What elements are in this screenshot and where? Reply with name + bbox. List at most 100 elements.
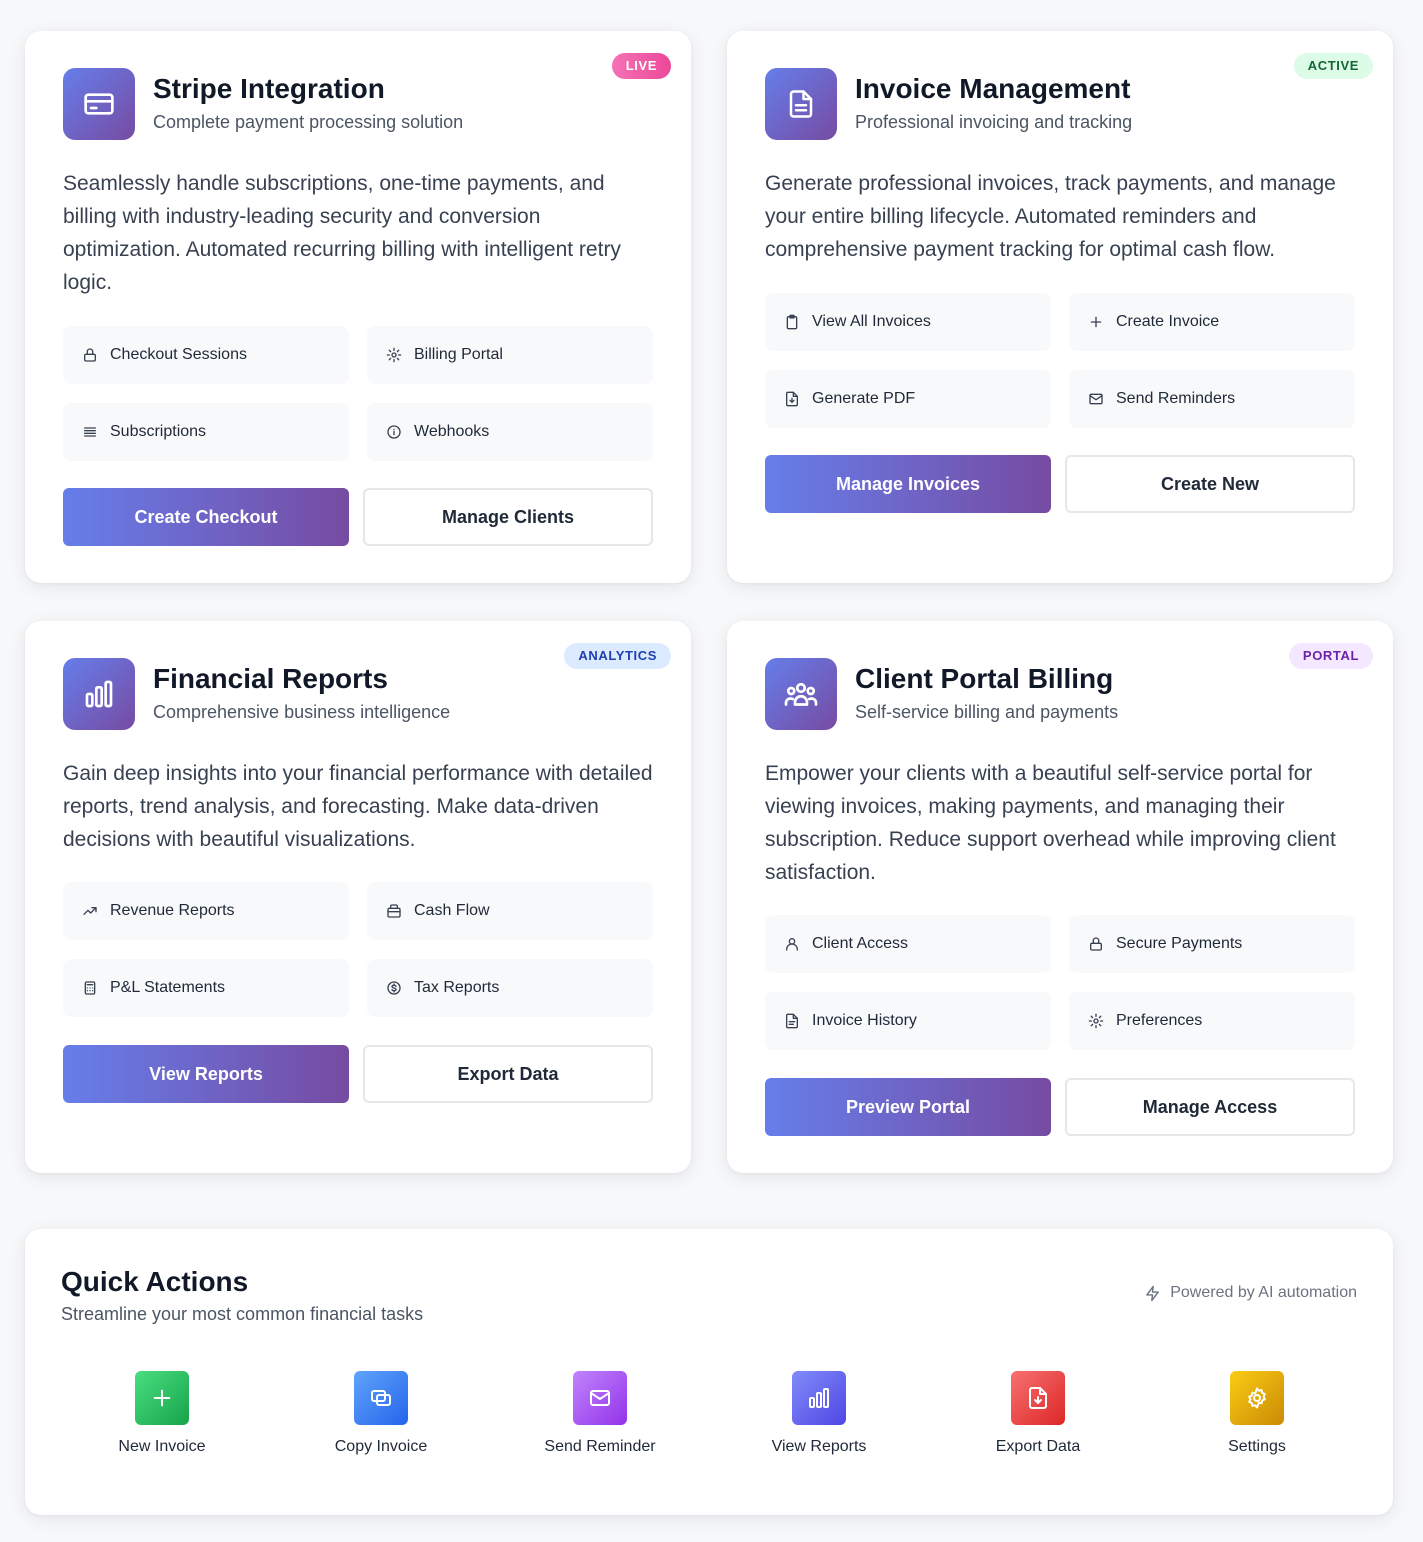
feature-label: View All Invoices: [812, 313, 931, 330]
export-data-button[interactable]: Export Data: [363, 1045, 653, 1103]
feature-label: Generate PDF: [812, 390, 916, 407]
quick-action-label: New Invoice: [118, 1438, 206, 1455]
quick-action-new-invoice[interactable]: New Invoice: [62, 1371, 262, 1456]
feature-generate-pdf[interactable]: Generate PDF: [765, 370, 1051, 428]
quick-action-view-reports[interactable]: View Reports: [719, 1371, 919, 1456]
gear-icon: [1230, 1371, 1284, 1425]
quick-action-label: Settings: [1228, 1438, 1286, 1455]
quick-action-send-reminder[interactable]: Send Reminder: [500, 1371, 700, 1456]
feature-label: P&L Statements: [110, 979, 226, 996]
feature-send-reminders[interactable]: Send Reminders: [1069, 370, 1355, 428]
bar-chart-icon: [792, 1371, 846, 1425]
quick-action-label: Export Data: [995, 1438, 1081, 1455]
wallet-icon: [385, 902, 403, 920]
card-subtitle: Self-service billing and payments: [855, 702, 1119, 722]
card-description: Empower your clients with a beautiful se…: [765, 762, 1336, 884]
card-title: Financial Reports: [153, 663, 388, 694]
manage-access-button[interactable]: Manage Access: [1065, 1078, 1355, 1136]
quick-actions-subtitle: Streamline your most common financial ta…: [61, 1304, 424, 1324]
feature-billing-portal[interactable]: Billing Portal: [367, 326, 653, 384]
card-title: Stripe Integration: [153, 73, 385, 104]
quick-actions-title: Quick Actions: [61, 1266, 249, 1297]
plus-icon: [135, 1371, 189, 1425]
active-badge: ACTIVE: [1293, 53, 1373, 79]
quick-action-copy-invoice[interactable]: Copy Invoice: [281, 1371, 481, 1456]
analytics-badge: ANALYTICS: [564, 643, 671, 669]
lock-icon: [1087, 935, 1105, 953]
quick-action-export-data[interactable]: Export Data: [938, 1371, 1138, 1456]
copy-icon: [354, 1371, 408, 1425]
feature-label: Checkout Sessions: [110, 346, 247, 363]
card-description: Generate professional invoices, track pa…: [765, 172, 1336, 261]
card-subtitle: Professional invoicing and tracking: [855, 112, 1133, 132]
portal-badge: PORTAL: [1288, 643, 1373, 669]
feature-label: Subscriptions: [110, 423, 207, 440]
manage-clients-button[interactable]: Manage Clients: [363, 488, 653, 546]
feature-tax-reports[interactable]: Tax Reports: [367, 959, 653, 1017]
users-icon: [765, 658, 837, 730]
user-icon: [783, 935, 801, 953]
document-icon: [765, 68, 837, 140]
card-title: Client Portal Billing: [855, 663, 1114, 694]
feature-cash-flow[interactable]: Cash Flow: [367, 882, 653, 940]
feature-preferences[interactable]: Preferences: [1069, 992, 1355, 1050]
feature-label: Revenue Reports: [110, 902, 235, 919]
feature-label: Send Reminders: [1116, 390, 1236, 407]
quick-action-label: Send Reminder: [544, 1438, 656, 1455]
credit-card-icon: [63, 68, 135, 140]
feature-label: Tax Reports: [414, 979, 500, 996]
gear-icon: [1087, 1012, 1105, 1030]
client-portal-billing-card: PORTAL Client Portal Billing Self-servic…: [727, 621, 1393, 1173]
card-description: Gain deep insights into your financial p…: [63, 762, 653, 851]
feature-webhooks[interactable]: Webhooks: [367, 403, 653, 461]
lightning-icon: [1144, 1285, 1161, 1302]
file-download-icon: [783, 390, 801, 408]
card-subtitle: Complete payment processing solution: [153, 112, 464, 132]
feature-checkout-sessions[interactable]: Checkout Sessions: [63, 326, 349, 384]
powered-by-text: Powered by AI automation: [1170, 1284, 1357, 1301]
card-description: Seamlessly handle subscriptions, one-tim…: [63, 172, 621, 294]
invoice-management-card: ACTIVE Invoice Management Professional i…: [727, 31, 1393, 583]
feature-subscriptions[interactable]: Subscriptions: [63, 403, 349, 461]
feature-invoice-history[interactable]: Invoice History: [765, 992, 1051, 1050]
quick-actions-panel: Quick Actions Streamline your most commo…: [25, 1229, 1393, 1515]
feature-label: Invoice History: [812, 1012, 917, 1029]
info-icon: [385, 423, 403, 441]
feature-label: Client Access: [812, 935, 909, 952]
feature-create-invoice[interactable]: Create Invoice: [1069, 293, 1355, 351]
feature-secure-payments[interactable]: Secure Payments: [1069, 915, 1355, 973]
feature-pl-statements[interactable]: P&L Statements: [63, 959, 349, 1017]
clipboard-icon: [783, 313, 801, 331]
create-checkout-button[interactable]: Create Checkout: [63, 488, 349, 546]
list-icon: [81, 423, 99, 441]
bar-chart-icon: [63, 658, 135, 730]
trending-up-icon: [81, 902, 99, 920]
create-new-button[interactable]: Create New: [1065, 455, 1355, 513]
feature-label: Webhooks: [414, 423, 490, 440]
feature-view-all-invoices[interactable]: View All Invoices: [765, 293, 1051, 351]
file-download-icon: [1011, 1371, 1065, 1425]
quick-action-settings[interactable]: Settings: [1157, 1371, 1357, 1456]
dollar-circle-icon: [385, 979, 403, 997]
feature-label: Cash Flow: [414, 902, 490, 919]
mail-icon: [1087, 390, 1105, 408]
live-badge: LIVE: [611, 53, 671, 79]
feature-revenue-reports[interactable]: Revenue Reports: [63, 882, 349, 940]
gear-icon: [385, 346, 403, 364]
powered-by-label: Powered by AI automation: [1144, 1284, 1357, 1302]
preview-portal-button[interactable]: Preview Portal: [765, 1078, 1051, 1136]
feature-label: Billing Portal: [414, 346, 503, 363]
card-title: Invoice Management: [855, 73, 1131, 104]
lock-icon: [81, 346, 99, 364]
feature-label: Preferences: [1116, 1012, 1203, 1029]
manage-invoices-button[interactable]: Manage Invoices: [765, 455, 1051, 513]
feature-label: Create Invoice: [1116, 313, 1220, 330]
view-reports-button[interactable]: View Reports: [63, 1045, 349, 1103]
file-icon: [783, 1012, 801, 1030]
mail-icon: [573, 1371, 627, 1425]
stripe-integration-card: LIVE Stripe Integration Complete payment…: [25, 31, 691, 583]
quick-action-label: View Reports: [771, 1438, 867, 1455]
feature-label: Secure Payments: [1116, 935, 1243, 952]
feature-client-access[interactable]: Client Access: [765, 915, 1051, 973]
card-subtitle: Comprehensive business intelligence: [153, 702, 451, 722]
